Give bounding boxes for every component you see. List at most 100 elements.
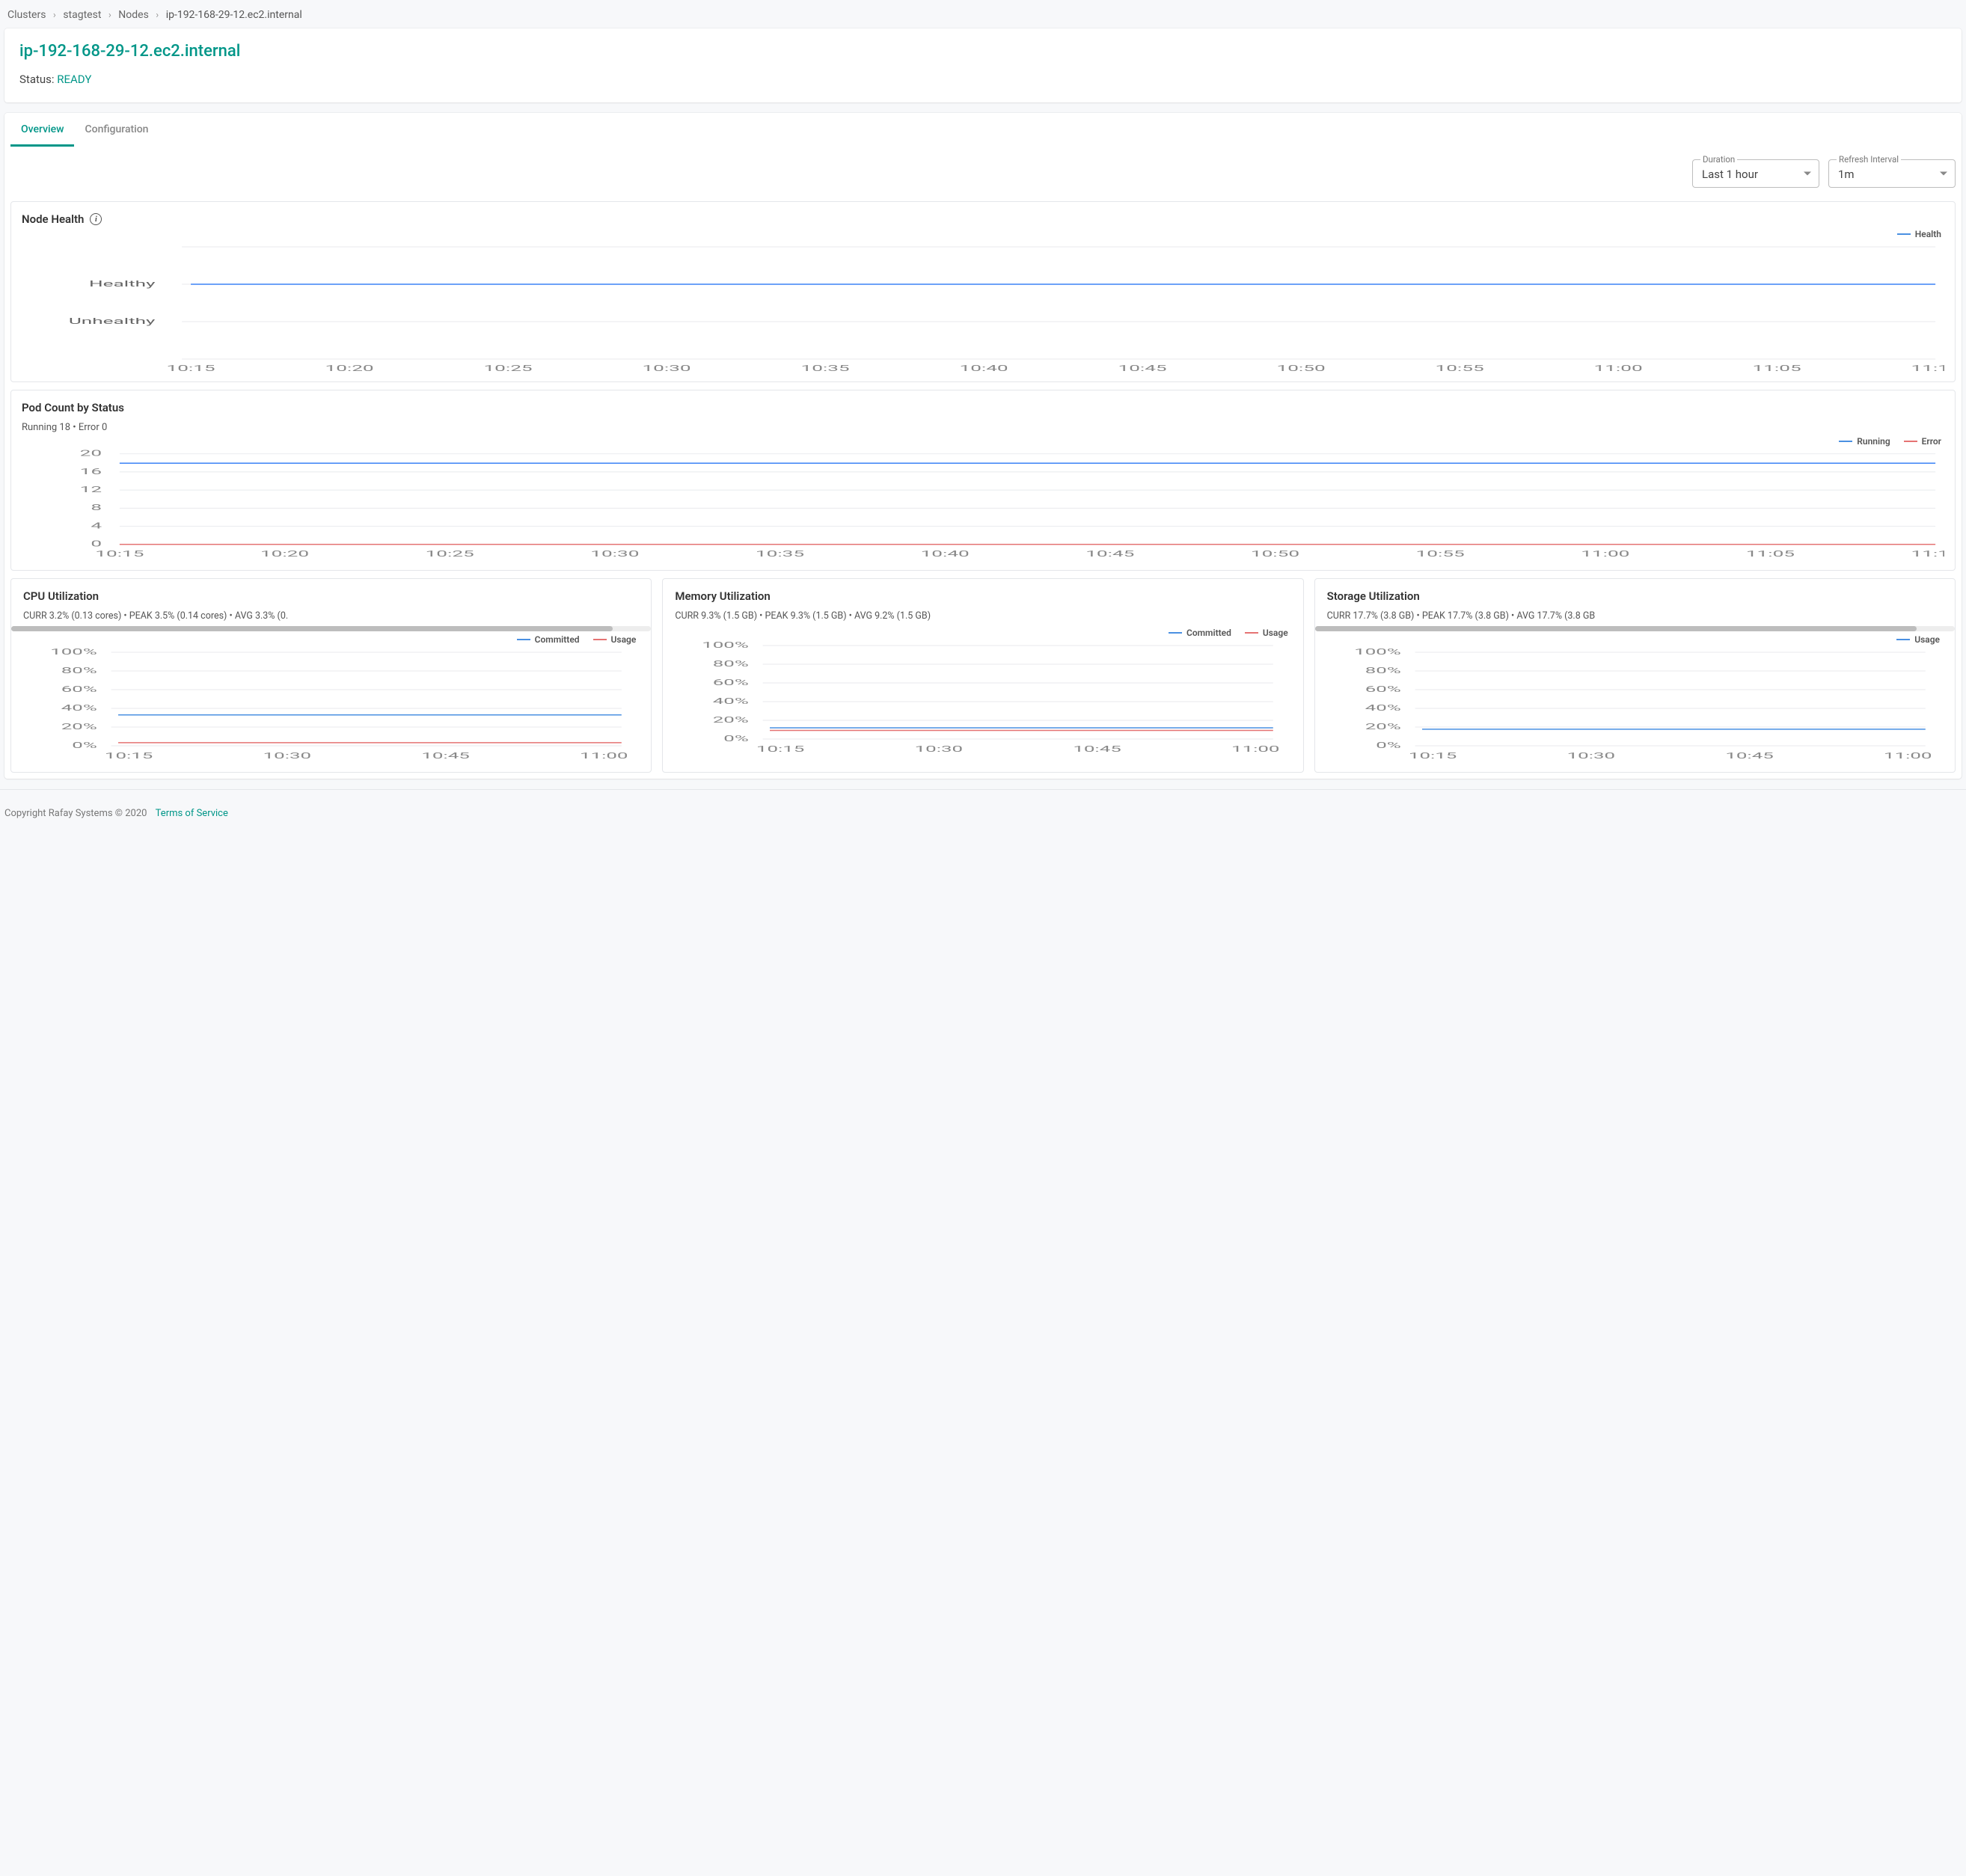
terms-link[interactable]: Terms of Service — [156, 808, 228, 819]
node-health-chart: Healthy Unhealthy 10:15 10:20 10:25 10:30 10… — [22, 239, 1944, 374]
legend-error: Error — [1904, 436, 1941, 447]
duration-value: Last 1 hour — [1702, 168, 1758, 181]
legend-health: Health — [1897, 229, 1941, 239]
pod-count-sub: Running 18 • Error 0 — [22, 422, 1944, 433]
legend-cpu-committed: Committed — [517, 634, 580, 645]
svg-text:10:50: 10:50 — [1251, 549, 1299, 559]
node-health-card: Node Health i Health Healthy Unhealthy — [10, 201, 1956, 382]
svg-text:10:20: 10:20 — [260, 549, 309, 559]
svg-text:10:15: 10:15 — [105, 751, 153, 761]
svg-text:40%: 40% — [61, 703, 97, 713]
svg-text:10:20: 10:20 — [325, 364, 373, 373]
svg-text:60%: 60% — [1365, 684, 1400, 694]
storage-title: Storage Utilization — [1327, 589, 1943, 603]
cpu-chart: 0%20%40%60%80%100%10:1510:3010:4511:00 — [23, 645, 639, 764]
svg-text:11:00: 11:00 — [1594, 364, 1643, 373]
svg-text:11:00: 11:00 — [1231, 744, 1279, 754]
tab-configuration[interactable]: Configuration — [74, 113, 159, 147]
svg-text:10:45: 10:45 — [1085, 549, 1134, 559]
svg-text:11:00: 11:00 — [1884, 751, 1932, 761]
svg-text:10:35: 10:35 — [756, 549, 804, 559]
svg-text:0%: 0% — [724, 734, 749, 744]
footer: Copyright Rafay Systems © 2020 Terms of … — [0, 789, 1966, 833]
pod-count-chart: 048121620 10:1510:2010:2510:3010:3510:40… — [22, 447, 1944, 563]
breadcrumb: Clusters › stagtest › Nodes › ip-192-168… — [4, 6, 1962, 28]
node-status: Status: READY — [19, 73, 1947, 86]
memory-chart: 0%20%40%60%80%100%10:1510:3010:4511:00 — [675, 638, 1290, 758]
svg-text:11:00: 11:00 — [1581, 549, 1629, 559]
svg-text:10:55: 10:55 — [1436, 364, 1484, 373]
tabs: Overview Configuration — [4, 113, 1962, 147]
svg-text:8: 8 — [91, 503, 102, 512]
svg-text:12: 12 — [80, 485, 102, 494]
chevron-down-icon — [1804, 172, 1811, 176]
page-title: ip-192-168-29-12.ec2.internal — [19, 42, 1947, 61]
storage-scroll[interactable] — [1315, 626, 1955, 631]
cpu-title: CPU Utilization — [23, 589, 639, 603]
legend-storage-usage: Usage — [1896, 634, 1940, 645]
svg-text:11:05: 11:05 — [1753, 364, 1801, 373]
breadcrumb-current: ip-192-168-29-12.ec2.internal — [166, 9, 302, 21]
duration-select[interactable]: Duration Last 1 hour — [1692, 159, 1819, 188]
svg-text:100%: 100% — [702, 640, 750, 650]
svg-text:100%: 100% — [1354, 647, 1401, 657]
svg-text:10:40: 10:40 — [921, 549, 970, 559]
cpu-card: CPU Utilization CURR 3.2% (0.13 cores) •… — [10, 578, 652, 773]
svg-text:10:30: 10:30 — [1567, 751, 1614, 761]
breadcrumb-nodes[interactable]: Nodes — [118, 9, 149, 21]
svg-text:60%: 60% — [713, 678, 749, 687]
svg-text:20%: 20% — [61, 722, 97, 732]
svg-text:11:10: 11:10 — [1911, 549, 1944, 559]
svg-text:16: 16 — [80, 467, 102, 476]
cpu-sub: CURR 3.2% (0.13 cores) • PEAK 3.5% (0.14… — [23, 610, 639, 622]
chevron-down-icon — [1940, 172, 1947, 176]
pod-count-card: Pod Count by Status Running 18 • Error 0… — [10, 390, 1956, 571]
main-card: Overview Configuration Duration Last 1 h… — [4, 113, 1962, 779]
memory-sub: CURR 9.3% (1.5 GB) • PEAK 9.3% (1.5 GB) … — [675, 610, 1290, 622]
svg-text:11:05: 11:05 — [1746, 549, 1795, 559]
node-header-card: ip-192-168-29-12.ec2.internal Status: RE… — [4, 28, 1962, 102]
svg-text:4: 4 — [91, 521, 102, 530]
svg-text:11:00: 11:00 — [580, 751, 628, 761]
svg-text:10:15: 10:15 — [166, 364, 215, 373]
svg-text:80%: 80% — [1365, 666, 1400, 675]
copyright: Copyright Rafay Systems © 2020 — [4, 808, 147, 819]
legend-mem-committed: Committed — [1169, 628, 1231, 638]
svg-text:10:45: 10:45 — [1074, 744, 1121, 754]
svg-text:80%: 80% — [713, 659, 749, 669]
svg-text:10:55: 10:55 — [1416, 549, 1465, 559]
svg-text:Unhealthy: Unhealthy — [69, 316, 156, 326]
utilization-row: CPU Utilization CURR 3.2% (0.13 cores) •… — [4, 578, 1962, 779]
svg-text:40%: 40% — [713, 696, 749, 706]
cpu-scroll[interactable] — [11, 626, 651, 631]
svg-text:10:45: 10:45 — [1725, 751, 1773, 761]
svg-text:10:30: 10:30 — [263, 751, 311, 761]
memory-card: Memory Utilization CURR 9.3% (1.5 GB) • … — [662, 578, 1303, 773]
pod-count-title: Pod Count by Status — [22, 401, 1944, 414]
info-icon[interactable]: i — [90, 213, 102, 225]
svg-text:10:40: 10:40 — [960, 364, 1008, 373]
svg-text:60%: 60% — [61, 684, 97, 694]
svg-text:11:10: 11:10 — [1911, 364, 1944, 373]
svg-text:Healthy: Healthy — [89, 279, 156, 289]
svg-text:10:30: 10:30 — [643, 364, 691, 373]
legend-cpu-usage: Usage — [593, 634, 637, 645]
svg-text:0%: 0% — [1376, 741, 1400, 750]
legend-running: Running — [1839, 436, 1890, 447]
refresh-label: Refresh Interval — [1837, 154, 1901, 165]
svg-text:10:30: 10:30 — [915, 744, 963, 754]
svg-text:10:50: 10:50 — [1277, 364, 1326, 373]
svg-text:10:15: 10:15 — [95, 549, 144, 559]
tab-overview[interactable]: Overview — [10, 113, 74, 147]
svg-text:10:45: 10:45 — [421, 751, 469, 761]
svg-text:10:15: 10:15 — [756, 744, 804, 754]
svg-text:10:30: 10:30 — [590, 549, 639, 559]
svg-text:10:25: 10:25 — [483, 364, 532, 373]
svg-text:40%: 40% — [1365, 703, 1400, 713]
svg-text:10:15: 10:15 — [1409, 751, 1457, 761]
breadcrumb-clusters[interactable]: Clusters — [7, 9, 46, 21]
svg-text:0: 0 — [91, 539, 102, 549]
refresh-interval-select[interactable]: Refresh Interval 1m — [1828, 159, 1956, 188]
svg-text:10:35: 10:35 — [801, 364, 850, 373]
breadcrumb-cluster-name[interactable]: stagtest — [63, 9, 101, 21]
